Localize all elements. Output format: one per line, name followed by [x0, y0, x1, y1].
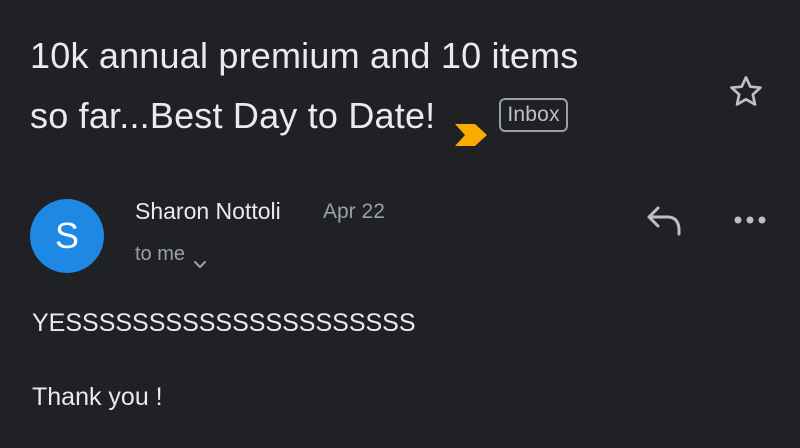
recipient-label: to me: [135, 243, 186, 265]
email-body-line: YESSSSSSSSSSSSSSSSSSSSS: [32, 309, 416, 337]
inbox-label-chip[interactable]: Inbox: [499, 98, 568, 133]
email-date: Apr 22: [323, 200, 385, 223]
star-outline-icon[interactable]: [726, 72, 766, 112]
email-body-line: Thank you !: [32, 383, 163, 411]
reply-icon: [647, 206, 681, 236]
subject-line-2-wrapper: so far...Best Day to Date! Inbox: [30, 86, 690, 147]
chevron-down-icon: [193, 250, 207, 268]
subject-line-1: 10k annual premium and 10 items: [30, 35, 579, 76]
sender-name[interactable]: Sharon Nottoli: [135, 196, 281, 226]
more-options-icon: [734, 216, 766, 224]
recipient-toggle[interactable]: to me: [135, 240, 207, 268]
email-subject: 10k annual premium and 10 items so far..…: [30, 26, 690, 147]
more-options-button[interactable]: [728, 206, 772, 234]
avatar[interactable]: S: [30, 199, 104, 273]
importance-marker-icon[interactable]: [453, 104, 489, 147]
subject-line-2: so far...Best Day to Date!: [30, 95, 436, 136]
reply-button[interactable]: [644, 202, 684, 238]
